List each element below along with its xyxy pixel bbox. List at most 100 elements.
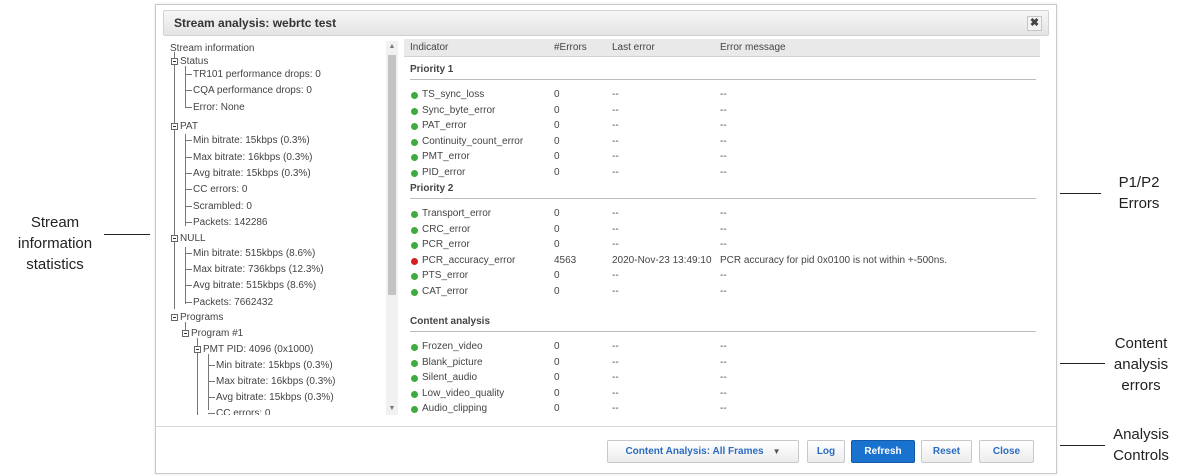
- table-row[interactable]: Audio_clipping 0 -- --: [404, 402, 1040, 415]
- collapse-toggle[interactable]: [182, 330, 189, 337]
- tree-leaf: TR101 performance drops: 0: [193, 69, 321, 80]
- column-header-error-message[interactable]: Error message: [720, 42, 786, 53]
- collapse-toggle[interactable]: [171, 58, 178, 65]
- reset-button[interactable]: Reset: [921, 440, 972, 463]
- error-message: --: [720, 167, 727, 178]
- table-row[interactable]: PID_error 0 -- --: [404, 166, 1040, 181]
- refresh-button[interactable]: Refresh: [851, 440, 915, 463]
- tree-node-pat[interactable]: PAT: [180, 120, 198, 133]
- table-row[interactable]: CAT_error 0 -- --: [404, 285, 1040, 300]
- error-count: 0: [554, 372, 560, 384]
- indicator-name: Silent_audio: [422, 372, 478, 384]
- column-header-indicator[interactable]: Indicator: [410, 42, 448, 53]
- indicator-name: PMT_error: [422, 151, 470, 163]
- table-row[interactable]: PMT_error 0 -- --: [404, 150, 1040, 165]
- stream-information-tree: Stream information Status TR101 performa…: [170, 39, 400, 415]
- table-row[interactable]: PAT_error 0 -- --: [404, 119, 1040, 134]
- indicator-name: TS_sync_loss: [422, 89, 485, 100]
- tree-leaf: Max bitrate: 16kbps (0.3%): [216, 376, 336, 387]
- indicator-name: Continuity_count_error: [422, 135, 524, 147]
- table-row[interactable]: Transport_error 0 -- --: [404, 207, 1040, 222]
- error-count: 0: [554, 387, 560, 399]
- last-error-time: --: [612, 356, 619, 368]
- table-row[interactable]: Silent_audio 0 -- --: [404, 371, 1040, 386]
- error-message: --: [720, 135, 727, 147]
- tree-leaf: Packets: 142286: [193, 217, 268, 228]
- tree-root: Stream information: [170, 43, 255, 54]
- status-ok-icon: [411, 242, 418, 250]
- close-button[interactable]: Close: [979, 440, 1034, 463]
- annotation-line: Content: [1114, 335, 1168, 352]
- error-message: --: [720, 387, 727, 399]
- tree-scrollbar[interactable]: ▲ ▼: [386, 41, 398, 415]
- tree-leaf: Min bitrate: 15kbps (0.3%): [216, 360, 333, 371]
- scroll-thumb[interactable]: [388, 55, 396, 295]
- tree-node-null[interactable]: NULL: [180, 232, 206, 245]
- scroll-down-icon[interactable]: ▼: [386, 403, 398, 415]
- content-analysis-dropdown[interactable]: Content Analysis: All Frames ▼: [607, 440, 799, 463]
- annotation-pointer: [104, 234, 150, 235]
- error-count: 0: [554, 104, 560, 116]
- table-row[interactable]: CRC_error 0 -- --: [404, 223, 1040, 238]
- tree-node-programs[interactable]: Programs: [180, 311, 223, 324]
- error-count: 0: [554, 208, 560, 219]
- table-row[interactable]: Frozen_video 0 -- --: [404, 340, 1040, 355]
- tree-branch: [185, 173, 192, 174]
- collapse-toggle[interactable]: [171, 123, 178, 130]
- column-header-last-error[interactable]: Last error: [612, 42, 655, 53]
- tree-branch: [185, 222, 192, 223]
- collapse-toggle[interactable]: [194, 346, 201, 353]
- error-count: 0: [554, 286, 560, 297]
- tree-node-program-1[interactable]: Program #1: [191, 327, 243, 340]
- scroll-up-icon[interactable]: ▲: [386, 41, 398, 53]
- table-row[interactable]: Continuity_count_error 0 -- --: [404, 135, 1040, 150]
- table-header: Indicator #Errors Last error Error messa…: [404, 39, 1040, 57]
- tree-leaf: Max bitrate: 736kbps (12.3%): [193, 264, 324, 275]
- dialog-titlebar[interactable]: Stream analysis: webrtc test ✖: [163, 10, 1049, 36]
- status-ok-icon: [411, 359, 418, 367]
- tree-connector: [185, 66, 186, 108]
- tree-branch: [185, 74, 192, 75]
- last-error-time: --: [612, 239, 619, 251]
- last-error-time: --: [612, 403, 619, 415]
- tree-node-pmt[interactable]: PMT PID: 4096 (0x1000): [203, 343, 313, 356]
- tree-leaf: Avg bitrate: 515kbps (8.6%): [193, 280, 317, 291]
- indicator-name: Blank_picture: [422, 356, 483, 368]
- column-header-errors[interactable]: #Errors: [554, 42, 587, 53]
- chevron-down-icon: ▼: [772, 447, 781, 456]
- status-error-icon: [411, 257, 418, 265]
- annotation-pointer: [1060, 363, 1105, 364]
- tree-node-status[interactable]: Status: [180, 55, 208, 68]
- tree-branch: [185, 90, 192, 91]
- content-analysis-dropdown-label: Content Analysis: All Frames: [625, 446, 764, 457]
- last-error-time: --: [612, 270, 619, 282]
- table-row[interactable]: PTS_error 0 -- --: [404, 269, 1040, 284]
- last-error-time: --: [612, 89, 619, 100]
- last-error-time: --: [612, 341, 619, 352]
- content-analysis-heading: Content analysis: [410, 316, 491, 327]
- table-row[interactable]: TS_sync_loss 0 -- --: [404, 88, 1040, 103]
- status-ok-icon: [411, 123, 418, 131]
- table-row[interactable]: PCR_error 0 -- --: [404, 238, 1040, 253]
- table-row[interactable]: Low_video_quality 0 -- --: [404, 387, 1040, 402]
- log-button[interactable]: Log: [807, 440, 845, 463]
- tree-connector: [208, 354, 209, 410]
- indicator-name: CAT_error: [422, 286, 468, 297]
- table-row[interactable]: Blank_picture 0 -- --: [404, 356, 1040, 371]
- last-error-time: --: [612, 372, 619, 384]
- table-row[interactable]: PCR_accuracy_error 4563 2020-Nov-23 13:49:…: [404, 254, 1040, 269]
- error-message: PCR accuracy for pid 0x0100 is not withi…: [720, 254, 948, 266]
- last-error-time: --: [612, 135, 619, 147]
- tree-leaf: Error: None: [193, 102, 245, 113]
- error-count: 0: [554, 239, 560, 251]
- table-row[interactable]: Sync_byte_error 0 -- --: [404, 104, 1040, 119]
- indicator-name: Sync_byte_error: [422, 104, 496, 116]
- error-count: 0: [554, 403, 560, 415]
- tree-leaf: CC errors: 0: [193, 184, 248, 195]
- error-message: --: [720, 356, 727, 368]
- annotation-line: Stream: [30, 214, 80, 231]
- collapse-toggle[interactable]: [171, 235, 178, 242]
- collapse-toggle[interactable]: [171, 314, 178, 321]
- close-icon[interactable]: ✖: [1027, 16, 1042, 31]
- error-count: 0: [554, 223, 560, 235]
